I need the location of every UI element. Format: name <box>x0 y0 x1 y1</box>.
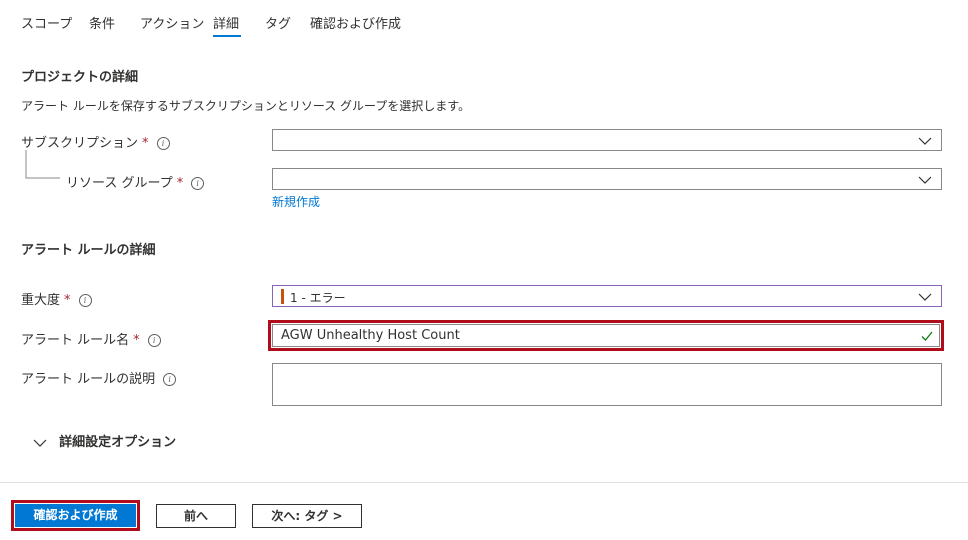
review-create-button[interactable]: 確認および作成 <box>15 504 136 527</box>
advanced-options-label: 詳細設定オプション <box>59 435 177 450</box>
info-icon[interactable]: i <box>78 294 92 307</box>
project-details-description: アラート ルールを保存するサブスクリプションとリソース グループを選択します。 <box>21 99 471 113</box>
alert-rule-details-heading: アラート ルールの詳細 <box>21 243 156 258</box>
info-icon[interactable]: i <box>156 137 170 150</box>
severity-value: 1 - エラー <box>290 291 346 305</box>
resource-group-dropdown[interactable] <box>272 168 942 190</box>
subscription-label: サブスクリプション * i <box>21 132 170 151</box>
alert-rule-name-label: アラート ルール名 * i <box>21 329 161 348</box>
subscription-dropdown[interactable] <box>272 129 942 151</box>
required-marker: * <box>142 136 149 151</box>
alert-rule-description-label-text: アラート ルールの説明 <box>21 372 156 387</box>
severity-label-text: 重大度 <box>21 293 61 308</box>
tab-tags[interactable]: タグ <box>265 13 291 32</box>
severity-color-bar <box>281 289 284 304</box>
severity-dropdown[interactable]: 1 - エラー <box>272 285 942 307</box>
next-tags-button[interactable]: 次へ: タグ > <box>252 504 362 528</box>
alert-rule-name-value: AGW Unhealthy Host Count <box>281 328 460 343</box>
info-icon[interactable]: i <box>147 334 161 347</box>
chevron-down-icon <box>918 176 932 184</box>
tree-connector <box>25 150 60 179</box>
alert-rule-name-label-text: アラート ルール名 <box>21 333 130 348</box>
alert-rule-name-input[interactable]: AGW Unhealthy Host Count <box>272 324 940 347</box>
required-marker: * <box>176 176 184 191</box>
chevron-down-icon <box>918 137 932 145</box>
create-new-resource-group-link[interactable]: 新規作成 <box>272 193 320 210</box>
resource-group-label-text: リソース グループ <box>66 176 173 191</box>
chevron-down-icon <box>33 439 47 447</box>
required-marker: * <box>133 333 140 348</box>
chevron-down-icon <box>918 293 932 301</box>
project-details-heading: プロジェクトの詳細 <box>21 70 139 85</box>
resource-group-label: リソース グループ * i <box>66 172 205 191</box>
tab-conditions[interactable]: 条件 <box>89 13 115 32</box>
required-marker: * <box>64 293 71 308</box>
checkmark-icon <box>921 331 933 341</box>
tab-details[interactable]: 詳細 <box>213 13 239 32</box>
subscription-label-text: サブスクリプション <box>21 136 139 151</box>
alert-rule-description-textarea[interactable] <box>272 363 942 406</box>
previous-button[interactable]: 前へ <box>156 504 236 528</box>
alert-rule-description-label: アラート ルールの説明 i <box>21 368 177 387</box>
tab-actions[interactable]: アクション <box>140 13 204 32</box>
advanced-options-toggle[interactable]: 詳細設定オプション <box>33 431 176 450</box>
active-tab-indicator <box>213 35 241 37</box>
severity-label: 重大度 * i <box>21 289 92 308</box>
tab-review-create[interactable]: 確認および作成 <box>310 13 401 32</box>
tab-scope[interactable]: スコープ <box>21 13 72 32</box>
footer-divider <box>0 482 968 483</box>
info-icon[interactable]: i <box>163 373 177 386</box>
info-icon[interactable]: i <box>191 177 205 190</box>
